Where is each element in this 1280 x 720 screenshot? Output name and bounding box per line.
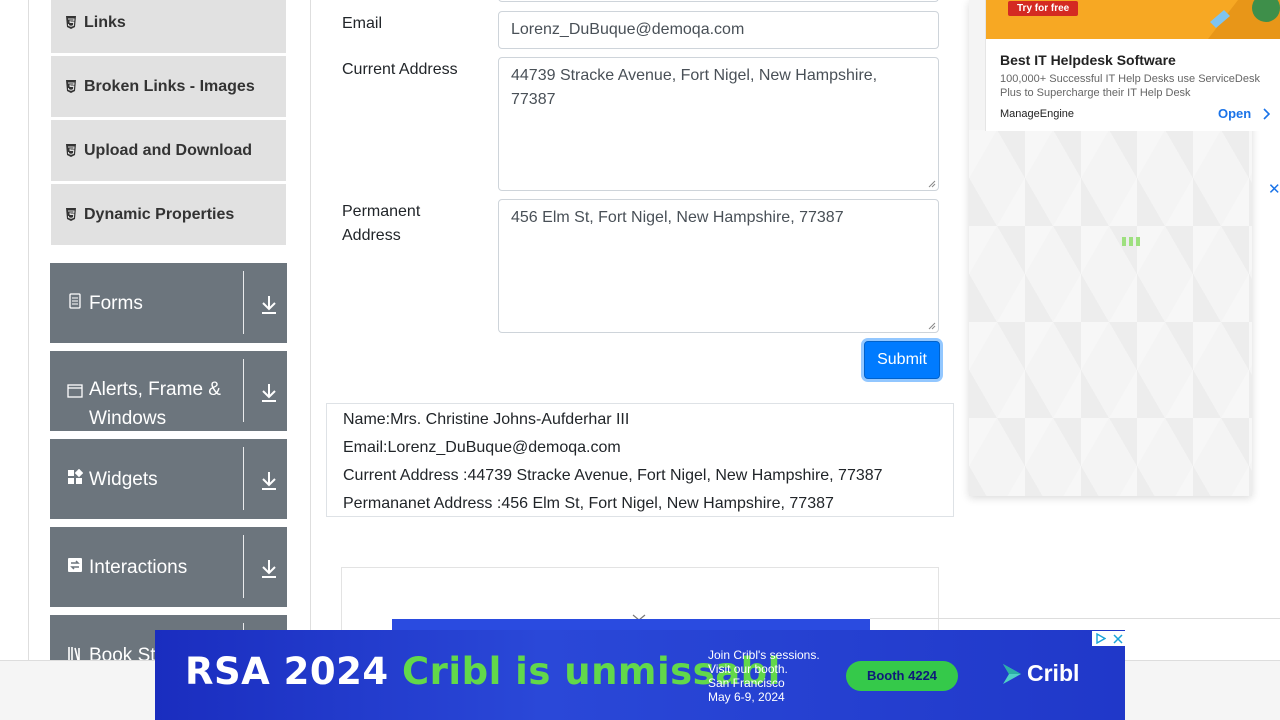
ad-open-link[interactable]: Open xyxy=(1218,106,1251,121)
submit-button[interactable]: Submit xyxy=(864,341,940,379)
html5-icon xyxy=(66,208,76,221)
output-panel: Name:Mrs. Christine Johns-Aufderhar III … xyxy=(326,403,954,517)
html5-icon xyxy=(66,16,76,29)
resize-handle-icon[interactable] xyxy=(928,322,936,330)
sidebar-item-label: Upload and Download xyxy=(84,141,252,159)
ad-illustration-icon xyxy=(1208,0,1280,39)
close-icon[interactable] xyxy=(1109,631,1126,646)
ad-info-line: Join Cribl's sessions. xyxy=(708,648,820,662)
divider xyxy=(243,447,244,510)
ad-info: Join Cribl's sessions. Visit our booth. … xyxy=(708,648,848,704)
ad-headline-white: RSA 2024 xyxy=(185,650,403,693)
permanent-address-label: Permanent Address xyxy=(342,203,421,244)
sidebar-item-dynamic-properties[interactable]: Dynamic Properties xyxy=(51,184,286,246)
ad-title: Best IT Helpdesk Software xyxy=(1000,52,1176,68)
sidebar-group-interactions[interactable]: Interactions xyxy=(50,527,287,607)
window-icon xyxy=(67,384,83,398)
sidebar-group-widgets[interactable]: Widgets xyxy=(50,439,287,519)
ad-headline: RSA 2024 Cribl is unmissabl xyxy=(185,650,781,693)
ad-pattern xyxy=(969,130,1252,496)
interactions-icon xyxy=(68,558,82,572)
close-icon[interactable]: ✕ xyxy=(1268,180,1280,198)
download-arrow-icon xyxy=(262,296,276,314)
sidebar-item-links[interactable]: Links xyxy=(51,0,286,54)
output-current-address: Current Address :44739 Stracke Avenue, F… xyxy=(343,467,883,484)
booth-button[interactable]: Booth 4224 xyxy=(846,661,958,691)
email-field[interactable]: Lorenz_DuBuque@demoqa.com xyxy=(498,11,939,49)
sidebar-group-label: Interactions xyxy=(89,557,188,578)
email-value: Lorenz_DuBuque@demoqa.com xyxy=(511,21,745,38)
current-address-textarea[interactable]: 44739 Stracke Avenue, Fort Nigel, New Ha… xyxy=(498,57,939,191)
ad-banner[interactable]: Try for free xyxy=(986,0,1280,39)
bottom-ad-banner[interactable]: RSA 2024 Cribl is unmissabl Join Cribl's… xyxy=(155,630,1125,720)
download-arrow-icon xyxy=(262,560,276,578)
ad-description: 100,000+ Successful IT Help Desks use Se… xyxy=(1000,73,1260,99)
download-arrow-icon xyxy=(262,384,276,402)
permanent-address-value: 456 Elm St, Fort Nigel, New Hampshire, 7… xyxy=(511,209,844,226)
adchoices-icon[interactable] xyxy=(1092,631,1109,646)
sidebar-item-label: Broken Links - Images xyxy=(84,77,255,95)
resize-handle-icon[interactable] xyxy=(928,180,936,188)
ad-brand: ManageEngine xyxy=(1000,108,1075,120)
sidebar-group-label: Alerts, Frame & Windows xyxy=(89,379,221,429)
output-permanent-address: Permananet Address :456 Elm St, Fort Nig… xyxy=(343,495,834,512)
sidebar-group-alerts-frame-windows[interactable]: Alerts, Frame & Windows xyxy=(50,351,287,431)
cribl-logo-text: Cribl xyxy=(1027,660,1080,686)
widgets-icon xyxy=(68,469,83,484)
current-address-label: Current Address xyxy=(342,61,458,78)
html5-icon xyxy=(66,144,76,157)
books-icon xyxy=(68,647,80,661)
try-for-free-button[interactable]: Try for free xyxy=(1008,1,1079,16)
ad-choices[interactable] xyxy=(1092,631,1126,646)
document-icon xyxy=(69,293,81,309)
divider xyxy=(310,0,311,660)
ad-card[interactable]: Try for free Best IT Helpdesk Software 1… xyxy=(985,0,1280,131)
ad-info-line: San Francisco xyxy=(708,676,785,690)
loading-bars-icon xyxy=(1122,237,1140,246)
divider xyxy=(243,359,244,422)
download-arrow-icon xyxy=(262,472,276,490)
divider xyxy=(243,271,244,334)
sidebar-group-label: Widgets xyxy=(89,469,158,490)
email-label: Email xyxy=(342,15,383,32)
ad-info-line: Visit our booth. xyxy=(708,662,788,676)
sidebar-item-label: Dynamic Properties xyxy=(84,205,235,223)
output-email: Email:Lorenz_DuBuque@demoqa.com xyxy=(343,439,621,456)
sidebar-group-forms[interactable]: Forms xyxy=(50,263,287,343)
page: Links Broken Links - Images Upload and D… xyxy=(0,0,1280,720)
chevron-right-icon[interactable] xyxy=(1262,108,1270,120)
current-address-value: 44739 Stracke Avenue, Fort Nigel, New Ha… xyxy=(511,67,878,108)
divider xyxy=(243,535,244,598)
sidebar-group-label: Forms xyxy=(89,293,143,314)
sidebar-item-label: Links xyxy=(84,13,126,31)
full-name-field-edge xyxy=(498,0,939,2)
output-name: Name:Mrs. Christine Johns-Aufderhar III xyxy=(343,411,630,428)
sidebar-item-upload-download[interactable]: Upload and Download xyxy=(51,120,286,182)
cribl-logo: Cribl xyxy=(1001,660,1079,687)
divider xyxy=(870,618,1280,619)
divider xyxy=(28,0,29,660)
sidebar-item-broken-links[interactable]: Broken Links - Images xyxy=(51,56,286,118)
html5-icon xyxy=(66,80,76,93)
cribl-logo-icon xyxy=(1003,663,1021,684)
permanent-address-textarea[interactable]: 456 Elm St, Fort Nigel, New Hampshire, 7… xyxy=(498,199,939,333)
ad-info-line: May 6-9, 2024 xyxy=(708,690,785,704)
